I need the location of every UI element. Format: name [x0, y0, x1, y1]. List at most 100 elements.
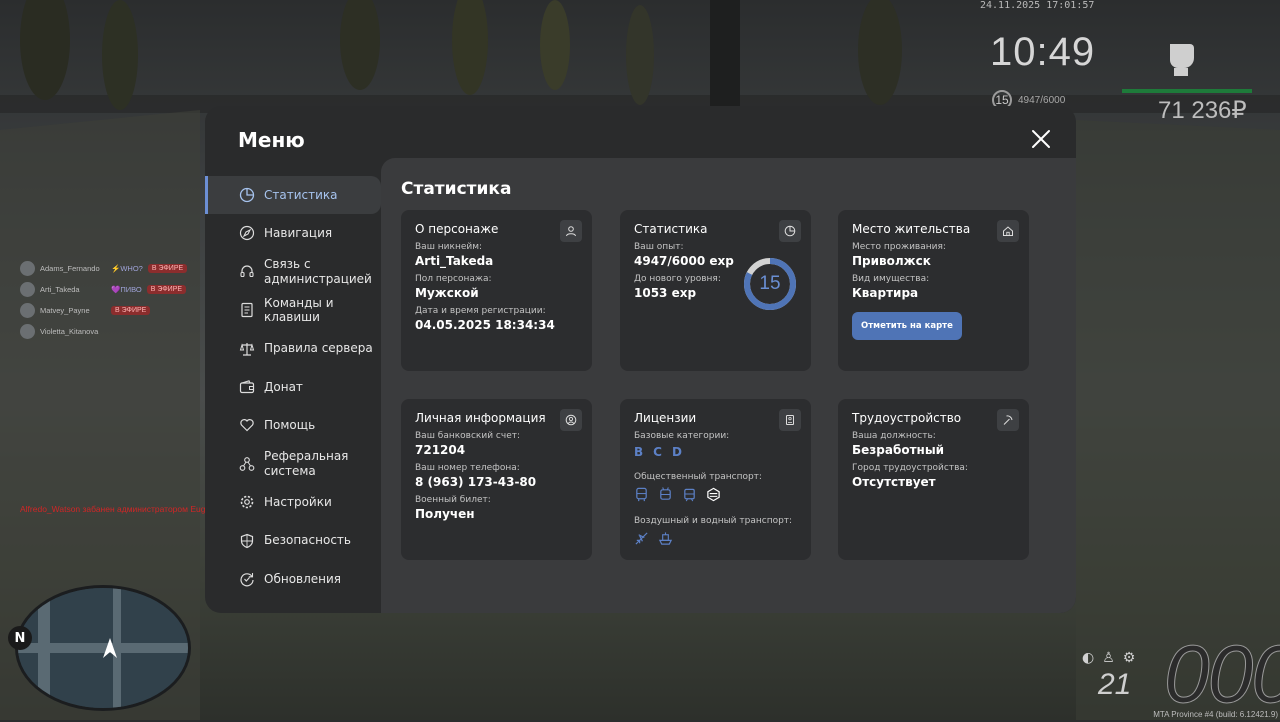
fist-icon	[1170, 44, 1194, 76]
chat-player-name: Arti_Takeda	[40, 285, 80, 294]
sidebar-item-rules[interactable]: Правила сервера	[205, 330, 381, 368]
sidebar-item-help[interactable]: Помощь	[205, 406, 381, 444]
field-label: Ваш банковский счет:	[415, 431, 521, 441]
train-icon	[707, 487, 720, 502]
heart-hand-icon	[239, 417, 255, 433]
avatar	[20, 303, 35, 318]
chart-pie-icon	[239, 187, 255, 203]
hud-exp: 4947/6000	[1018, 94, 1066, 106]
plane-icon	[635, 532, 648, 545]
employment-city-value: Отсутствует	[852, 475, 936, 489]
statistics-card: Статистика Ваш опыт: 4947/6000 exp До но…	[620, 210, 811, 371]
sidebar-item-statistics[interactable]: Статистика	[205, 176, 381, 214]
pickaxe-icon	[1003, 415, 1013, 425]
chat-row: Matvey_Payne В ЭФИРЕ	[20, 300, 187, 321]
card-title: О персонаже	[415, 222, 499, 236]
document-icon	[239, 302, 255, 318]
refresh-check-icon	[239, 571, 255, 587]
chat-player-name: Adams_Fernando	[40, 264, 100, 273]
chat-player-name: Matvey_Payne	[40, 306, 90, 315]
wallet-icon	[239, 379, 255, 395]
sidebar-item-commands[interactable]: Команды и клавиши	[205, 291, 381, 329]
card-icon-button	[560, 220, 582, 242]
property-type-value: Квартира	[852, 286, 919, 300]
avatar	[20, 282, 35, 297]
card-title: Трудоустройство	[852, 411, 962, 425]
chat-row: Arti_Takeda 💜ПИВО В ЭФИРЕ	[20, 279, 187, 300]
air-water-licenses	[634, 531, 797, 546]
sidebar-item-label: Правила сервера	[264, 341, 373, 356]
sidebar-item-updates[interactable]: Обновления	[205, 560, 381, 598]
vehicle-status-icons: ◐ ♙ ⚙	[1082, 650, 1135, 666]
bus-icon	[636, 487, 647, 502]
headset-icon	[239, 264, 255, 280]
field-label: Общественный транспорт:	[634, 472, 762, 482]
sidebar-item-label: Реферальная система	[264, 449, 349, 478]
sidebar-item-label: Безопасность	[264, 533, 351, 548]
employment-card: Трудоустройство Ваша должность: Безработ…	[838, 399, 1029, 560]
public-transport-licenses	[634, 487, 797, 502]
card-icon-button	[779, 220, 801, 242]
chat-player-name: Violetta_Kitanova	[40, 327, 99, 336]
sidebar-item-security[interactable]: Безопасность	[205, 522, 381, 560]
engine-icon: ⚙	[1122, 650, 1136, 666]
bank-account-value: 721204	[415, 443, 466, 457]
residence-card: Место жительства Место проживания: Приво…	[838, 210, 1029, 371]
compass-icon	[239, 225, 255, 241]
card-title: Личная информация	[415, 411, 546, 425]
sidebar-item-label: Помощь	[264, 418, 316, 433]
scales-icon	[239, 341, 255, 357]
page-title: Статистика	[401, 179, 512, 199]
field-label: Ваша должность:	[852, 431, 936, 441]
sidebar-item-label: Навигация	[264, 226, 333, 241]
card-title: Статистика	[634, 222, 708, 236]
headlight-icon: ◐	[1082, 650, 1095, 666]
license-category: C	[653, 445, 662, 459]
sidebar-item-label: Донат	[264, 379, 303, 394]
menu-sidebar: Статистика Навигация Связь с администрац…	[205, 176, 381, 598]
military-id-value: Получен	[415, 507, 475, 521]
close-icon	[1032, 130, 1050, 148]
sidebar-item-label: Статистика	[264, 187, 338, 202]
card-title: Лицензии	[634, 411, 697, 425]
sidebar-item-label: Настройки	[264, 494, 332, 509]
minimap	[15, 585, 191, 711]
avatar	[20, 261, 35, 276]
field-label: Дата и время регистрации:	[415, 306, 546, 316]
chat-player-tag: ⚡WHO?	[111, 264, 143, 273]
avatar	[20, 324, 35, 339]
field-label: Базовые категории:	[634, 431, 730, 441]
field-label: Пол персонажа:	[415, 274, 492, 284]
field-label: Военный билет:	[415, 495, 491, 505]
chat-row: Violetta_Kitanova	[20, 321, 187, 342]
card-icon-button	[997, 220, 1019, 242]
hud-datetime: 24.11.2025 17:01:57	[980, 0, 1095, 11]
user-icon	[566, 226, 576, 237]
north-indicator: N	[8, 626, 32, 650]
sidebar-item-donate[interactable]: Донат	[205, 368, 381, 406]
card-icon-button	[779, 409, 801, 431]
sidebar-item-label: Обновления	[264, 571, 342, 586]
hud-money: 71 236₽	[1158, 97, 1247, 124]
registration-value: 04.05.2025 18:34:34	[415, 318, 555, 332]
statistics-panel: Статистика О персонаже Ваш никнейм: Arti…	[381, 158, 1076, 613]
menu-title: Меню	[238, 128, 305, 152]
card-icon-button	[997, 409, 1019, 431]
level-number: 15	[759, 273, 781, 294]
tram-icon	[684, 488, 695, 502]
sidebar-item-label: Связь с администрацией	[264, 257, 372, 286]
position-value: Безработный	[852, 443, 945, 457]
home-icon	[1003, 226, 1013, 236]
field-label: Вид имущества:	[852, 274, 930, 284]
field-label: Место проживания:	[852, 242, 946, 252]
on-air-badge: В ЭФИРЕ	[111, 306, 151, 315]
sidebar-item-settings[interactable]: Настройки	[205, 483, 381, 521]
mark-on-map-button[interactable]: Отметить на карте	[852, 312, 962, 340]
sidebar-item-referral[interactable]: Реферальная система	[205, 445, 381, 483]
personal-info-card: Личная информация Ваш банковский счет: 7…	[401, 399, 592, 560]
sidebar-item-contact-admin[interactable]: Связь с администрацией	[205, 253, 381, 291]
seatbelt-icon: ♙	[1102, 650, 1115, 666]
sidebar-item-navigation[interactable]: Навигация	[205, 214, 381, 252]
close-button[interactable]	[1031, 129, 1051, 149]
chart-pie-icon	[784, 225, 796, 237]
